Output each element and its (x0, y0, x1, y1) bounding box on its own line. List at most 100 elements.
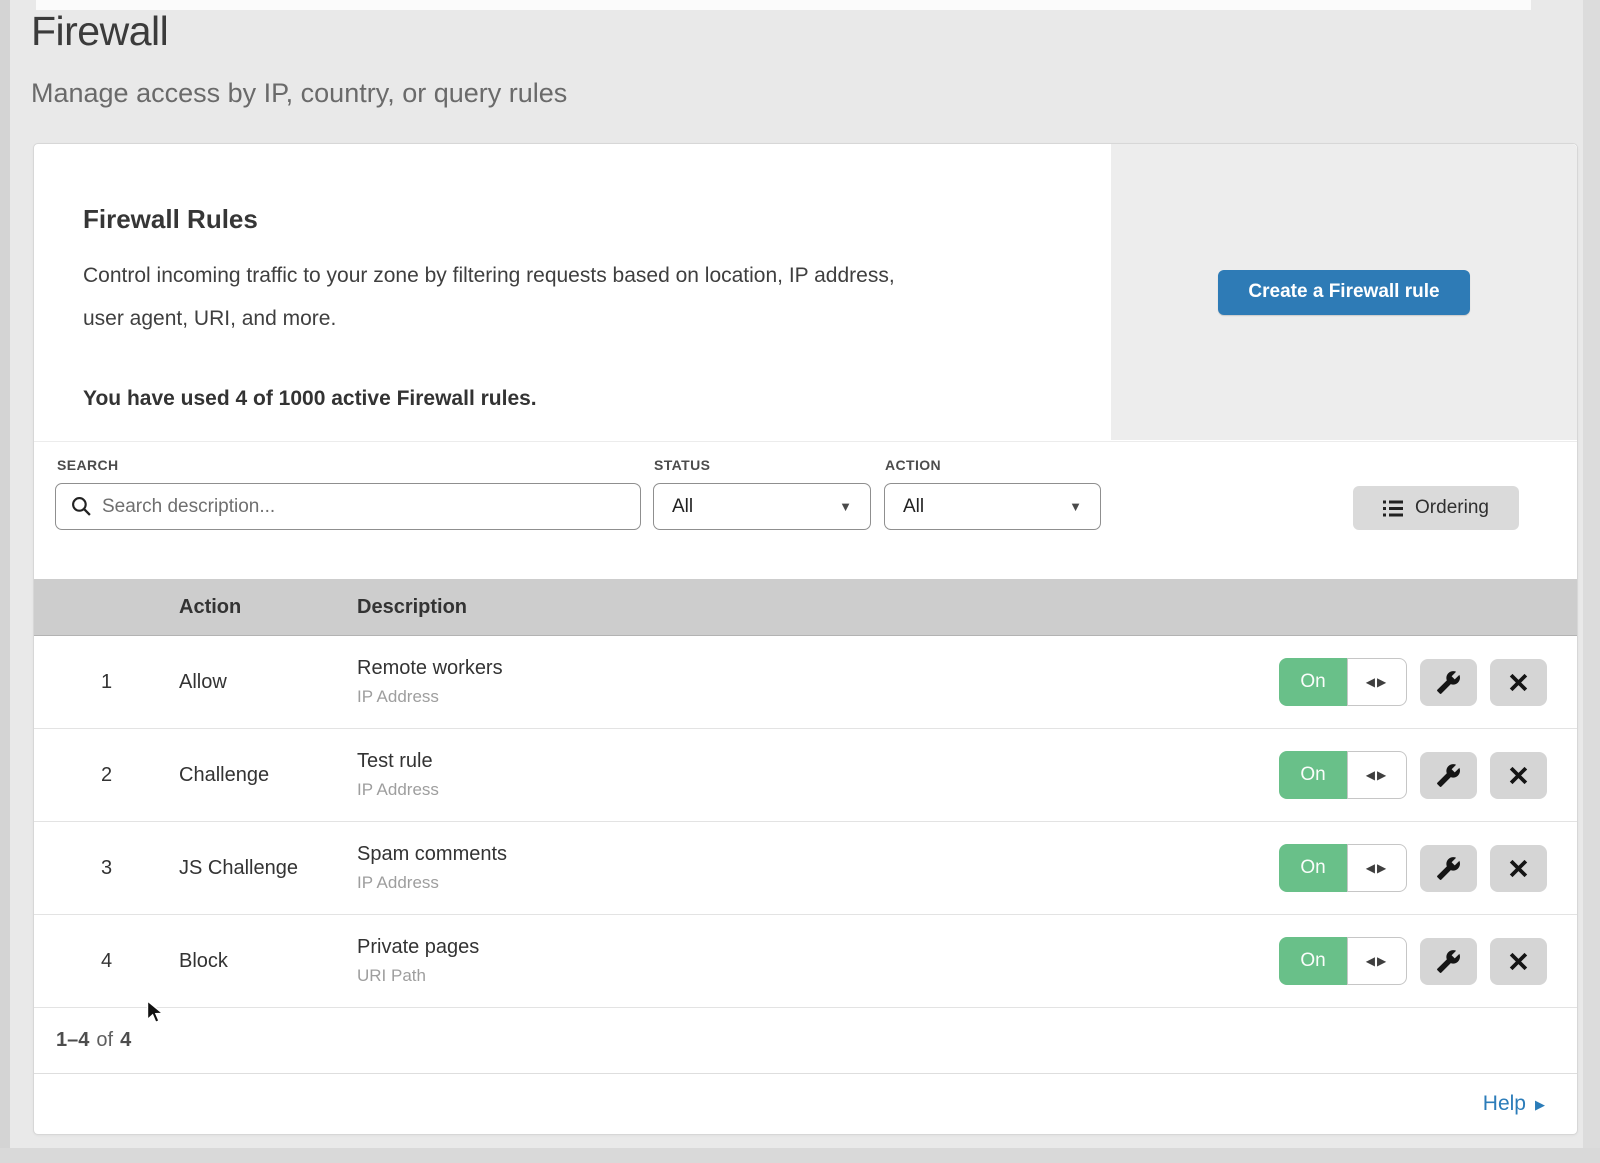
search-field (55, 483, 641, 530)
rule-priority: 3 (34, 857, 179, 880)
action-selected-value: All (903, 496, 924, 518)
help-link[interactable]: Help ▶ (1483, 1092, 1545, 1116)
rule-action: JS Challenge (179, 857, 357, 880)
left-right-arrows-icon: ◀▶ (1366, 675, 1388, 689)
delete-rule-button[interactable] (1490, 659, 1547, 706)
pagination-total: 4 (120, 1029, 131, 1052)
rule-enabled-toggle[interactable]: On ◀▶ (1279, 937, 1407, 985)
toggle-handle[interactable]: ◀▶ (1347, 937, 1407, 985)
ordering-list-icon (1383, 500, 1403, 517)
create-firewall-rule-button[interactable]: Create a Firewall rule (1218, 270, 1470, 315)
edit-rule-button[interactable] (1420, 938, 1477, 985)
rule-priority: 2 (34, 764, 179, 787)
status-label: STATUS (654, 457, 710, 473)
table-row: 2 Challenge Test rule IP Address On ◀▶ (34, 729, 1577, 822)
rule-action: Challenge (179, 764, 357, 787)
rule-match-type: URI Path (357, 966, 1279, 986)
arrow-right-icon: ▶ (1535, 1097, 1545, 1113)
toggle-on-label: On (1279, 844, 1347, 892)
rule-description-cell: Spam comments IP Address (357, 843, 1279, 893)
pagination-range: 1–4 (56, 1029, 89, 1052)
action-select[interactable]: All ▼ (884, 483, 1101, 530)
rule-controls: On ◀▶ (1279, 844, 1547, 892)
rule-action: Allow (179, 671, 357, 694)
rule-description: Spam comments (357, 843, 1279, 866)
screen-edge-left (0, 0, 10, 1163)
card-footer: Help ▶ (34, 1074, 1577, 1134)
rule-match-type: IP Address (357, 780, 1279, 800)
toggle-handle[interactable]: ◀▶ (1347, 658, 1407, 706)
delete-rule-button[interactable] (1490, 938, 1547, 985)
table-row: 3 JS Challenge Spam comments IP Address … (34, 822, 1577, 915)
description-line-1: Control incoming traffic to your zone by… (83, 254, 1063, 297)
firewall-rules-card: Firewall Rules Control incoming traffic … (33, 143, 1578, 1135)
ordering-button-label: Ordering (1415, 497, 1489, 519)
delete-rule-button[interactable] (1490, 845, 1547, 892)
rule-enabled-toggle[interactable]: On ◀▶ (1279, 751, 1407, 799)
edit-rule-button[interactable] (1420, 659, 1477, 706)
create-rule-panel: Create a Firewall rule (1111, 144, 1577, 440)
screen-edge-right (1583, 0, 1600, 1163)
rule-description-cell: Remote workers IP Address (357, 657, 1279, 707)
column-header-action: Action (179, 596, 357, 619)
rule-description: Private pages (357, 936, 1279, 959)
rule-match-type: IP Address (357, 873, 1279, 893)
help-link-label: Help (1483, 1092, 1526, 1116)
x-icon (1508, 672, 1529, 693)
section-description: Control incoming traffic to your zone by… (83, 254, 1063, 340)
toggle-on-label: On (1279, 937, 1347, 985)
rule-description-cell: Test rule IP Address (357, 750, 1279, 800)
wrench-icon (1436, 670, 1461, 695)
filters-bar: SEARCH STATUS All ▼ ACTION All ▼ Orderin… (34, 442, 1577, 579)
chevron-down-icon: ▼ (839, 499, 852, 514)
rule-controls: On ◀▶ (1279, 658, 1547, 706)
left-right-arrows-icon: ◀▶ (1366, 954, 1388, 968)
screen-edge-bottom (0, 1148, 1600, 1163)
rule-enabled-toggle[interactable]: On ◀▶ (1279, 658, 1407, 706)
left-right-arrows-icon: ◀▶ (1366, 861, 1388, 875)
edit-rule-button[interactable] (1420, 752, 1477, 799)
wrench-icon (1436, 949, 1461, 974)
x-icon (1508, 765, 1529, 786)
description-line-2: user agent, URI, and more. (83, 297, 1063, 340)
rule-controls: On ◀▶ (1279, 751, 1547, 799)
wrench-icon (1436, 856, 1461, 881)
table-row: 4 Block Private pages URI Path On ◀▶ (34, 915, 1577, 1008)
toggle-on-label: On (1279, 751, 1347, 799)
pagination-of: of (96, 1029, 113, 1052)
rule-priority: 4 (34, 950, 179, 973)
x-icon (1508, 951, 1529, 972)
table-row: 1 Allow Remote workers IP Address On ◀▶ (34, 636, 1577, 729)
chevron-down-icon: ▼ (1069, 499, 1082, 514)
rule-description: Test rule (357, 750, 1279, 773)
toggle-on-label: On (1279, 658, 1347, 706)
search-icon (71, 496, 92, 517)
ordering-button[interactable]: Ordering (1353, 486, 1519, 530)
column-header-description: Description (357, 596, 467, 619)
status-select[interactable]: All ▼ (653, 483, 871, 530)
action-label: ACTION (885, 457, 941, 473)
rule-enabled-toggle[interactable]: On ◀▶ (1279, 844, 1407, 892)
hero-section: Firewall Rules Control incoming traffic … (34, 144, 1577, 442)
rule-action: Block (179, 950, 357, 973)
status-selected-value: All (672, 496, 693, 518)
page-title: Firewall (31, 8, 168, 55)
rule-priority: 1 (34, 671, 179, 694)
rule-description: Remote workers (357, 657, 1279, 680)
rule-match-type: IP Address (357, 687, 1279, 707)
toggle-handle[interactable]: ◀▶ (1347, 844, 1407, 892)
wrench-icon (1436, 763, 1461, 788)
rules-usage-text: You have used 4 of 1000 active Firewall … (83, 387, 537, 411)
screen-edge-top (36, 0, 1531, 10)
table-header: Action Description (34, 579, 1577, 636)
delete-rule-button[interactable] (1490, 752, 1547, 799)
rule-description-cell: Private pages URI Path (357, 936, 1279, 986)
pagination-bar: 1–4 of 4 (34, 1008, 1577, 1074)
x-icon (1508, 858, 1529, 879)
search-input[interactable] (55, 483, 641, 530)
page-subtitle: Manage access by IP, country, or query r… (31, 78, 567, 109)
toggle-handle[interactable]: ◀▶ (1347, 751, 1407, 799)
search-label: SEARCH (57, 457, 119, 473)
left-right-arrows-icon: ◀▶ (1366, 768, 1388, 782)
edit-rule-button[interactable] (1420, 845, 1477, 892)
